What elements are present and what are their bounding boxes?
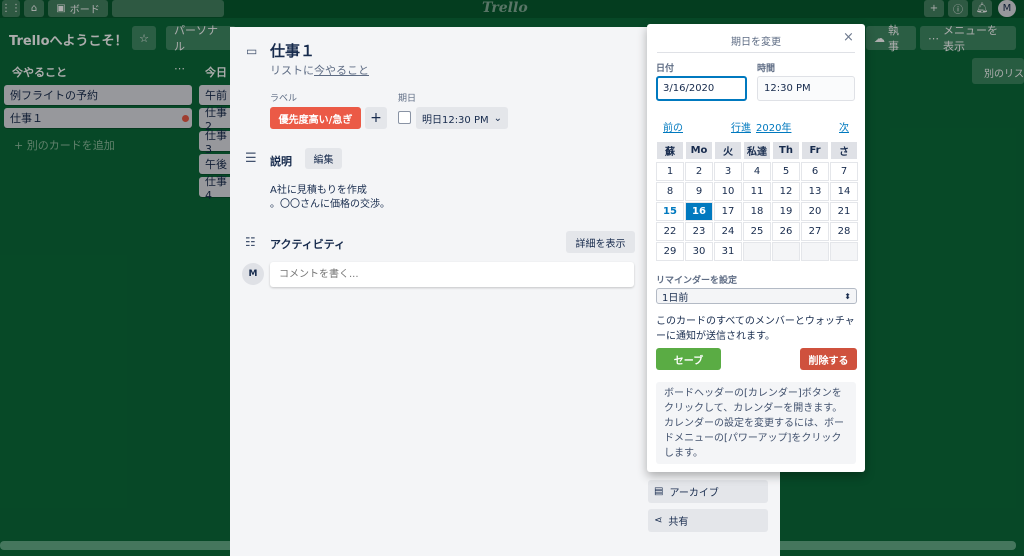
comment-input[interactable]	[270, 262, 634, 287]
share-icon: ⋖	[654, 515, 663, 526]
calendar-day[interactable]: 11	[743, 182, 771, 201]
calendar-hint: ボードヘッダーの[カレンダー]ボタンをクリックして、カレンダーを開きます。カレン…	[656, 382, 856, 464]
calendar-empty-cell	[830, 242, 858, 261]
popover-title: 期日を変更	[731, 37, 781, 48]
in-list-text: リストに今やること	[270, 62, 369, 78]
edit-description-button[interactable]: 編集	[305, 148, 342, 169]
calendar-day[interactable]: 7	[830, 162, 858, 181]
calendar-day[interactable]: 28	[830, 222, 858, 241]
list-link[interactable]: 今やること	[314, 64, 369, 77]
labels-heading: ラベル	[270, 94, 298, 104]
notify-notice: このカードのすべてのメンバーとウォッチャーに通知が送信されます。	[656, 316, 855, 342]
calendar-weekday-header: さ	[830, 141, 858, 160]
calendar-day[interactable]: 22	[656, 222, 684, 241]
calendar-day[interactable]: 9	[685, 182, 713, 201]
calendar-weekday-header: 私達	[743, 141, 771, 160]
calendar-day[interactable]: 26	[772, 222, 800, 241]
calendar-day[interactable]: 1	[656, 162, 684, 181]
description-line: 。〇〇さんに価格の交渉。	[270, 199, 390, 210]
next-month-link[interactable]: 次	[839, 119, 849, 134]
reminder-value: 1日前	[662, 292, 689, 304]
calendar-day[interactable]: 13	[801, 182, 829, 201]
show-details-button[interactable]: 詳細を表示	[566, 231, 635, 253]
date-field[interactable]	[656, 76, 747, 101]
close-icon[interactable]: ×	[843, 30, 854, 45]
calendar-day[interactable]: 8	[656, 182, 684, 201]
chevron-down-icon: ⌄	[493, 112, 503, 124]
calendar-weekday-header: Mo	[685, 141, 713, 160]
divider	[657, 52, 855, 53]
description-heading: 説明	[270, 155, 292, 168]
calendar-weekday-header: Fr	[801, 141, 829, 160]
due-date-button[interactable]: 明日12:30 PM ⌄	[416, 107, 508, 129]
description-icon: ☰	[245, 151, 257, 166]
in-list-prefix: リストに	[270, 64, 314, 77]
due-heading: 期日	[398, 94, 417, 104]
reminder-label: リマインダーを設定	[656, 276, 738, 286]
calendar-day[interactable]: 2	[685, 162, 713, 181]
prev-month-link[interactable]: 前の	[663, 119, 683, 134]
reminder-select[interactable]: 1日前 ⬍	[656, 288, 857, 304]
avatar[interactable]: M	[242, 263, 264, 285]
calendar-day[interactable]: 19	[772, 202, 800, 221]
year-select[interactable]: 2020年	[756, 119, 791, 134]
date-label: 日付	[656, 64, 675, 74]
calendar-day[interactable]: 12	[772, 182, 800, 201]
calendar-day[interactable]: 30	[685, 242, 713, 261]
calendar-day[interactable]: 14	[830, 182, 858, 201]
month-select[interactable]: 行進	[731, 119, 751, 134]
calendar-day[interactable]: 20	[801, 202, 829, 221]
change-due-date-popover: 期日を変更 × 日付 時間 前の 行進 2020年 次 蘇Mo火私達ThFrさ 1…	[647, 24, 865, 472]
label-chip[interactable]: 優先度高い/急ぎ	[270, 107, 361, 129]
calendar-day[interactable]: 21	[830, 202, 858, 221]
card-icon: ▭	[246, 44, 258, 58]
calendar-day[interactable]: 25	[743, 222, 771, 241]
calendar-grid: 蘇 Mo 火私達 Th Fr さ 1 2 3 4 5 6 7 8 9 10 11 12 13 14 15 16 17 18 19…	[656, 141, 859, 266]
calendar-day[interactable]: 10	[714, 182, 742, 201]
calendar-day[interactable]: 16	[685, 202, 713, 221]
select-arrows-icon: ⬍	[844, 291, 851, 301]
calendar-day[interactable]: 17	[714, 202, 742, 221]
calendar-day[interactable]: 31	[714, 242, 742, 261]
calendar-day[interactable]: 27	[801, 222, 829, 241]
calendar-weekday-header: 蘇	[656, 141, 684, 160]
calendar-day[interactable]: 5	[772, 162, 800, 181]
calendar-empty-cell	[743, 242, 771, 261]
due-date-label: 明日12:30 PM	[421, 114, 489, 126]
calendar-day[interactable]: 3	[714, 162, 742, 181]
save-button[interactable]: セーブ	[656, 348, 721, 370]
add-label-icon[interactable]: +	[365, 107, 387, 129]
calendar-day[interactable]: 6	[801, 162, 829, 181]
archive-icon: ▤	[654, 486, 664, 497]
calendar-day[interactable]: 29	[656, 242, 684, 261]
delete-button[interactable]: 削除する	[800, 348, 857, 370]
calendar-empty-cell	[772, 242, 800, 261]
calendar-day[interactable]: 24	[714, 222, 742, 241]
card-title[interactable]: 仕事１	[270, 40, 315, 61]
calendar-weekday-header: Th	[772, 141, 800, 160]
description-line: A社に見積もりを作成	[270, 185, 367, 196]
calendar-weekday-header: 火	[714, 141, 742, 160]
calendar-day[interactable]: 18	[743, 202, 771, 221]
time-field[interactable]	[757, 76, 855, 101]
share-label: 共有	[668, 517, 689, 528]
calendar-empty-cell	[801, 242, 829, 261]
calendar-day[interactable]: 15	[656, 202, 684, 221]
activity-heading: アクティビティ	[270, 238, 346, 251]
calendar-day[interactable]: 23	[685, 222, 713, 241]
share-button[interactable]: ⋖ 共有	[648, 509, 768, 532]
activity-icon: ☷	[245, 235, 256, 249]
due-complete-checkbox[interactable]	[398, 111, 411, 124]
time-label: 時間	[757, 64, 776, 74]
calendar-day[interactable]: 4	[743, 162, 771, 181]
archive-label: アーカイブ	[669, 488, 719, 499]
archive-button[interactable]: ▤ アーカイブ	[648, 480, 768, 503]
